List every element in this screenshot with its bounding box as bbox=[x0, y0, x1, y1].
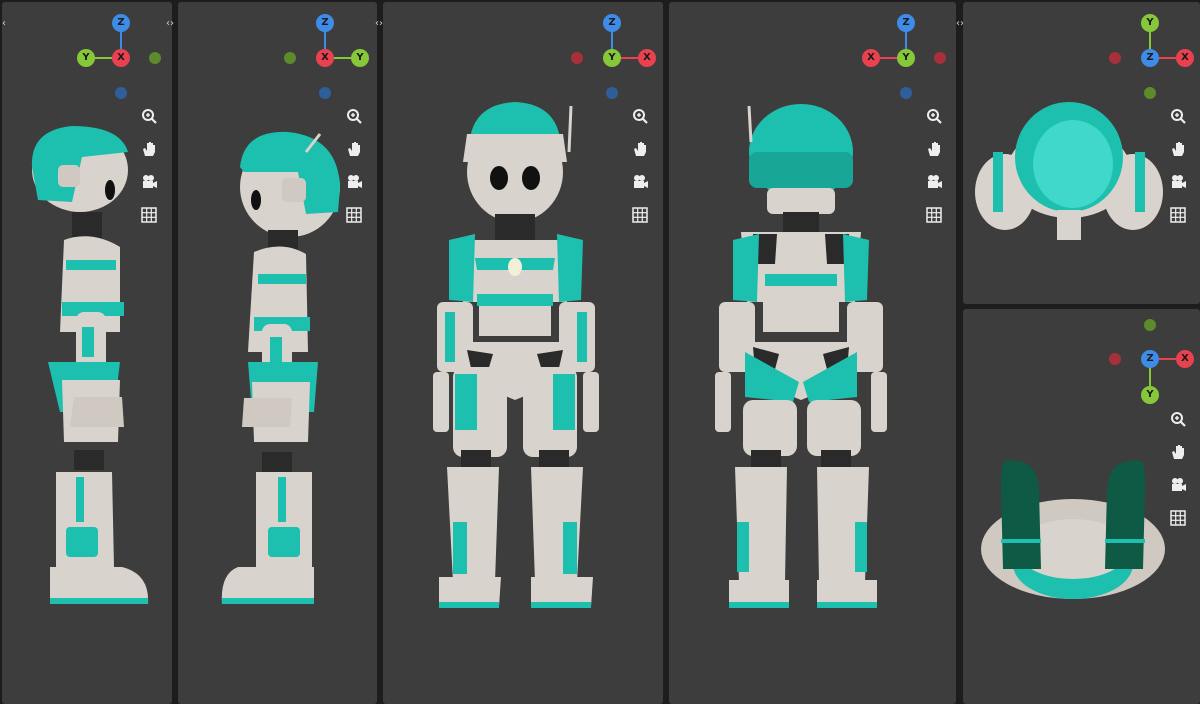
gizmo-neg-z-axis[interactable] bbox=[900, 87, 912, 99]
hand-pan-icon bbox=[1172, 142, 1184, 156]
gizmo-y-axis[interactable]: Y bbox=[351, 49, 369, 67]
expand-toggle-icon[interactable]: ‹› bbox=[166, 16, 174, 32]
gizmo-neg-x-axis[interactable] bbox=[1109, 52, 1121, 64]
grid-icon bbox=[632, 207, 648, 223]
gizmo-z-axis[interactable]: Z bbox=[1141, 49, 1159, 67]
camera-icon bbox=[1172, 175, 1186, 188]
pan-button[interactable] bbox=[626, 135, 654, 163]
camera-button[interactable] bbox=[626, 168, 654, 196]
gizmo-x-axis[interactable]: X bbox=[112, 49, 130, 67]
zoom-button[interactable] bbox=[340, 102, 368, 130]
hand-pan-icon bbox=[634, 142, 646, 156]
camera-button[interactable] bbox=[920, 168, 948, 196]
gizmo-x-axis[interactable]: X bbox=[862, 49, 880, 67]
viewport-right[interactable]: Z X Y bbox=[178, 2, 377, 704]
zoom-button[interactable] bbox=[1164, 102, 1192, 130]
navigation-toolbar bbox=[135, 102, 163, 234]
gizmo-x-axis[interactable]: X bbox=[1176, 350, 1194, 368]
gizmo-neg-y-axis[interactable] bbox=[149, 52, 161, 64]
gizmo-z-axis[interactable]: Z bbox=[112, 14, 130, 32]
zoom-button[interactable] bbox=[135, 102, 163, 130]
grid-button[interactable] bbox=[626, 201, 654, 229]
viewport-front[interactable]: Z Y X bbox=[383, 2, 663, 704]
grid-icon bbox=[141, 207, 157, 223]
grid-icon bbox=[1170, 207, 1186, 223]
gizmo-y-axis[interactable]: Y bbox=[897, 49, 915, 67]
gizmo-neg-x-axis[interactable] bbox=[934, 52, 946, 64]
hand-pan-icon bbox=[928, 142, 940, 156]
camera-icon bbox=[348, 175, 362, 188]
zoom-icon bbox=[1171, 412, 1186, 427]
navigation-toolbar bbox=[920, 102, 948, 234]
grid-button[interactable] bbox=[1164, 201, 1192, 229]
viewport-back[interactable]: Z X Y bbox=[669, 2, 956, 704]
pan-button[interactable] bbox=[920, 135, 948, 163]
pan-button[interactable] bbox=[1164, 438, 1192, 466]
collapse-toggle-icon[interactable]: ‹ bbox=[0, 16, 8, 32]
gizmo-z-axis[interactable]: Z bbox=[603, 14, 621, 32]
zoom-icon bbox=[347, 109, 362, 124]
grid-button[interactable] bbox=[920, 201, 948, 229]
gizmo-neg-y-axis[interactable] bbox=[284, 52, 296, 64]
gizmo-z-axis[interactable]: Z bbox=[316, 14, 334, 32]
gizmo-neg-z-axis[interactable] bbox=[319, 87, 331, 99]
navigation-toolbar bbox=[1164, 405, 1192, 537]
gizmo-y-axis[interactable]: Y bbox=[1141, 14, 1159, 32]
grid-button[interactable] bbox=[1164, 504, 1192, 532]
gizmo-neg-x-axis[interactable] bbox=[571, 52, 583, 64]
camera-button[interactable] bbox=[1164, 471, 1192, 499]
gizmo-x-axis[interactable]: X bbox=[638, 49, 656, 67]
hand-pan-icon bbox=[1172, 445, 1184, 459]
gizmo-z-axis[interactable]: Z bbox=[897, 14, 915, 32]
gizmo-x-axis[interactable]: X bbox=[1176, 49, 1194, 67]
camera-icon bbox=[143, 175, 157, 188]
gizmo-y-axis[interactable]: Y bbox=[1141, 386, 1159, 404]
gizmo-neg-y-axis[interactable] bbox=[1144, 87, 1156, 99]
zoom-button[interactable] bbox=[626, 102, 654, 130]
camera-icon bbox=[1172, 478, 1186, 491]
zoom-icon bbox=[1171, 109, 1186, 124]
gizmo-y-axis[interactable]: Y bbox=[77, 49, 95, 67]
gizmo-z-axis[interactable]: Z bbox=[1141, 350, 1159, 368]
camera-icon bbox=[634, 175, 648, 188]
axis-gizmo[interactable]: Z X Y bbox=[1091, 309, 1200, 419]
gizmo-x-axis[interactable]: X bbox=[316, 49, 334, 67]
navigation-toolbar bbox=[1164, 102, 1192, 234]
pan-button[interactable] bbox=[340, 135, 368, 163]
zoom-button[interactable] bbox=[920, 102, 948, 130]
grid-button[interactable] bbox=[340, 201, 368, 229]
gizmo-neg-z-axis[interactable] bbox=[606, 87, 618, 99]
pan-button[interactable] bbox=[135, 135, 163, 163]
grid-icon bbox=[1170, 510, 1186, 526]
gizmo-neg-x-axis[interactable] bbox=[1109, 353, 1121, 365]
viewport-left[interactable]: Z Y X bbox=[2, 2, 172, 704]
zoom-icon bbox=[927, 109, 942, 124]
camera-button[interactable] bbox=[340, 168, 368, 196]
navigation-toolbar bbox=[626, 102, 654, 234]
expand-toggle-icon[interactable]: ‹› bbox=[375, 16, 383, 32]
grid-icon bbox=[346, 207, 362, 223]
viewport-bottom[interactable]: Z X Y bbox=[963, 309, 1200, 704]
gizmo-neg-z-axis[interactable] bbox=[115, 87, 127, 99]
grid-button[interactable] bbox=[135, 201, 163, 229]
navigation-toolbar bbox=[340, 102, 368, 234]
viewport-top[interactable]: Y Z X bbox=[963, 2, 1200, 304]
zoom-icon bbox=[633, 109, 648, 124]
zoom-button[interactable] bbox=[1164, 405, 1192, 433]
hand-pan-icon bbox=[143, 142, 155, 156]
hand-pan-icon bbox=[348, 142, 360, 156]
gizmo-neg-y-axis[interactable] bbox=[1144, 319, 1156, 331]
zoom-icon bbox=[142, 109, 157, 124]
grid-icon bbox=[926, 207, 942, 223]
camera-icon bbox=[928, 175, 942, 188]
camera-button[interactable] bbox=[135, 168, 163, 196]
gizmo-y-axis[interactable]: Y bbox=[603, 49, 621, 67]
camera-button[interactable] bbox=[1164, 168, 1192, 196]
pan-button[interactable] bbox=[1164, 135, 1192, 163]
